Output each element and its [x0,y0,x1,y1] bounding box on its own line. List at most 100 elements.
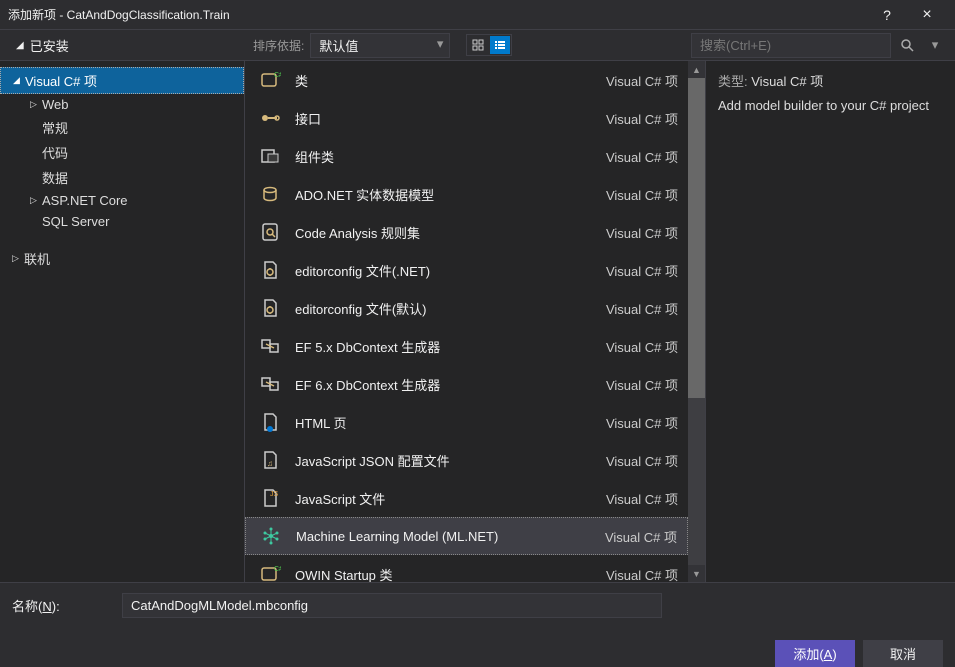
cancel-button[interactable]: 取消 [863,640,943,667]
help-button[interactable]: ? [867,7,907,23]
search-dropdown-icon[interactable]: ▾ [923,33,947,57]
template-lang: Visual C# 项 [606,223,678,242]
tree-item-label: Web [42,97,69,112]
template-item[interactable]: JSJavaScript 文件Visual C# 项 [245,479,688,517]
name-row: 名称(N): [12,593,943,618]
template-item[interactable]: ADO.NET 实体数据模型Visual C# 项 [245,175,688,213]
template-item[interactable]: editorconfig 文件(默认)Visual C# 项 [245,289,688,327]
tree-item-label: 数据 [42,168,68,187]
svg-text:♫: ♫ [267,459,273,468]
add-button[interactable]: 添加(A) [775,640,855,667]
tree-item[interactable]: SQL Server [0,211,244,232]
sort-section: 排序依据: 默认值 [253,33,512,58]
template-lang: Visual C# 项 [606,451,678,470]
sidebar-header[interactable]: ◢ 已安装 [8,36,253,55]
html-icon [259,411,281,433]
scroll-up-arrow[interactable]: ▲ [688,61,705,78]
search-input[interactable] [691,33,891,58]
type-row: 类型: Visual C# 项 [718,71,943,90]
close-button[interactable]: × [907,6,947,24]
titlebar: 添加新项 - CatAndDogClassification.Train ? × [0,0,955,30]
template-name: Code Analysis 规则集 [295,223,606,242]
toolbar: ◢ 已安装 排序依据: 默认值 ▾ [0,30,955,60]
collapse-icon: ◢ [16,40,24,51]
template-name: EF 6.x DbContext 生成器 [295,375,606,394]
template-item[interactable]: HTML 页Visual C# 项 [245,403,688,441]
component-icon [259,145,281,167]
tree-item-label: 联机 [24,249,50,268]
tree-item[interactable]: ▷联机 [0,246,244,271]
tree-item-label: ASP.NET Core [42,193,128,208]
search-section: ▾ [691,33,947,58]
footer: 名称(N): 添加(A) 取消 [0,582,955,660]
template-list: C#类Visual C# 项接口Visual C# 项组件类Visual C# … [245,61,688,582]
tree-arrow-icon: ◢ [13,75,25,86]
name-label: 名称(N): [12,596,112,615]
template-lang: Visual C# 项 [606,565,678,583]
template-item[interactable]: Machine Learning Model (ML.NET)Visual C#… [245,517,688,555]
template-lang: Visual C# 项 [606,337,678,356]
owin-icon: C# [259,563,281,582]
category-tree: ◢Visual C# 项▷Web常规代码数据▷ASP.NET CoreSQL S… [0,61,245,582]
ml-icon [260,525,282,547]
description: Add model builder to your C# project [718,98,943,113]
button-row: 添加(A) 取消 [12,640,943,667]
template-item[interactable]: EF 6.x DbContext 生成器Visual C# 项 [245,365,688,403]
config-icon [259,297,281,319]
view-grid-button[interactable] [468,36,488,54]
template-name: HTML 页 [295,413,606,432]
tree-item[interactable]: 常规 [0,115,244,140]
tree-item-label: SQL Server [42,214,109,229]
template-name: JavaScript JSON 配置文件 [295,451,606,470]
scroll-down-arrow[interactable]: ▼ [688,565,705,582]
view-mode-group [466,34,512,56]
template-item[interactable]: 接口Visual C# 项 [245,99,688,137]
ado-icon [259,183,281,205]
tree-item[interactable]: 数据 [0,165,244,190]
config-icon [259,259,281,281]
template-lang: Visual C# 项 [606,185,678,204]
template-name: 类 [295,71,606,90]
tree-item[interactable]: 代码 [0,140,244,165]
svg-text:JS: JS [270,491,279,498]
ef-icon [259,373,281,395]
sort-label: 排序依据: [253,37,304,54]
template-item[interactable]: 组件类Visual C# 项 [245,137,688,175]
tree-item[interactable]: ◢Visual C# 项 [0,67,244,94]
scroll-thumb[interactable] [688,78,705,398]
template-item[interactable]: EF 5.x DbContext 生成器Visual C# 项 [245,327,688,365]
template-name: editorconfig 文件(默认) [295,299,606,318]
template-item[interactable]: Code Analysis 规则集Visual C# 项 [245,213,688,251]
template-item[interactable]: C# 类Visual C# 项 [245,61,688,99]
view-list-button[interactable] [490,36,510,54]
template-name: 组件类 [295,147,606,166]
template-name: ADO.NET 实体数据模型 [295,185,606,204]
template-name: JavaScript 文件 [295,489,606,508]
template-list-panel: C#类Visual C# 项接口Visual C# 项组件类Visual C# … [245,61,705,582]
template-lang: Visual C# 项 [606,71,678,90]
sort-select[interactable]: 默认值 [310,33,450,58]
template-item[interactable]: editorconfig 文件(.NET)Visual C# 项 [245,251,688,289]
svg-text:C#: C# [274,566,281,573]
template-lang: Visual C# 项 [606,375,678,394]
analysis-icon [259,221,281,243]
js-icon: JS [259,487,281,509]
ef-icon [259,335,281,357]
template-lang: Visual C# 项 [605,527,677,546]
tree-item-label: 代码 [42,143,68,162]
tree-item-label: 常规 [42,118,68,137]
tree-arrow-icon: ▷ [12,253,24,264]
template-item[interactable]: ♫ JavaScript JSON 配置文件Visual C# 项 [245,441,688,479]
svg-text:C#: C# [274,72,281,79]
scrollbar[interactable]: ▲ ▼ [688,61,705,582]
template-lang: Visual C# 项 [606,261,678,280]
tree-arrow-icon: ▷ [30,195,42,206]
template-lang: Visual C# 项 [606,147,678,166]
class-icon: C# [259,69,281,91]
name-input[interactable] [122,593,662,618]
tree-item[interactable]: ▷Web [0,94,244,115]
search-button[interactable] [895,33,919,57]
template-item[interactable]: C#OWIN Startup 类Visual C# 项 [245,555,688,582]
tree-item[interactable]: ▷ASP.NET Core [0,190,244,211]
tree-arrow-icon: ▷ [30,99,42,110]
